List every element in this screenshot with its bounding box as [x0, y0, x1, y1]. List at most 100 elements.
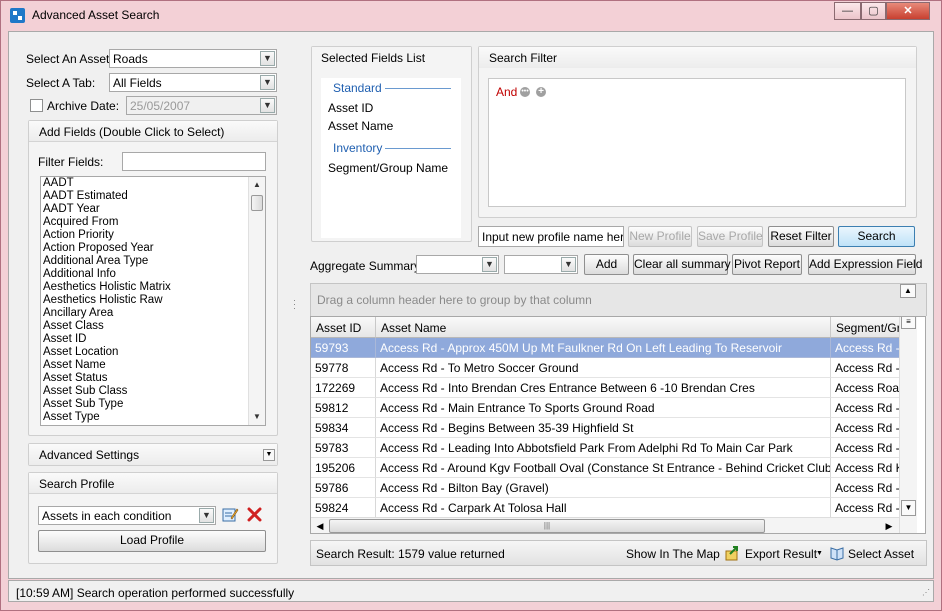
- field-list-item[interactable]: Action Proposed Year: [41, 242, 265, 255]
- clear-summary-button[interactable]: Clear all summary: [633, 254, 731, 275]
- field-list-item[interactable]: Aesthetics Holistic Matrix: [41, 281, 265, 294]
- load-profile-button[interactable]: Load Profile: [38, 530, 266, 552]
- table-row[interactable]: 59778 Access Rd - To Metro Soccer Ground A…: [311, 358, 909, 378]
- table-cell-id[interactable]: 59824: [311, 498, 376, 518]
- chevron-down-icon[interactable]: ▼: [482, 257, 497, 272]
- scroll-right-icon[interactable]: ▶: [882, 519, 896, 533]
- table-cell-name[interactable]: Access Rd - Leading Into Abbotsfield Par…: [376, 438, 831, 458]
- field-list-item[interactable]: Asset Name: [41, 359, 265, 372]
- table-cell-id[interactable]: 59812: [311, 398, 376, 418]
- field-list-item[interactable]: AADT Year: [41, 203, 265, 216]
- table-cell-seg[interactable]: Access Rd - Main: [831, 398, 909, 418]
- column-header-segment-group[interactable]: Segment/Group Name: [831, 317, 909, 338]
- scroll-up-icon[interactable]: ≡: [901, 317, 916, 329]
- table-cell-name[interactable]: Access Rd - Approx 450M Up Mt Faulkner R…: [376, 338, 831, 358]
- chevron-down-icon[interactable]: ▼: [260, 51, 275, 66]
- table-cell-seg[interactable]: Access Rd - Tolosa: [831, 498, 909, 518]
- resize-grip[interactable]: ⋰: [922, 589, 932, 600]
- select-asset-button[interactable]: Select Asset: [848, 547, 914, 561]
- chevron-down-icon[interactable]: ▼: [561, 257, 576, 272]
- table-row[interactable]: 59783 Access Rd - Leading Into Abbotsfiel…: [311, 438, 909, 458]
- select-asset-combo[interactable]: Roads ▼: [109, 49, 277, 68]
- scroll-left-icon[interactable]: ◀: [313, 519, 327, 533]
- results-grid[interactable]: Asset ID Asset Name Segment/Group Name 5…: [310, 316, 926, 534]
- table-row[interactable]: 59824 Access Rd - Carpark At Tolosa Hall A…: [311, 498, 909, 518]
- archive-date-picker[interactable]: 25/05/2007 ▼: [126, 96, 277, 115]
- table-cell-id[interactable]: 59834: [311, 418, 376, 438]
- add-condition-icon[interactable]: +: [536, 87, 546, 97]
- scroll-thumb[interactable]: [251, 195, 263, 211]
- scroll-up-icon[interactable]: ▲: [249, 178, 265, 192]
- field-list-item[interactable]: AADT: [41, 177, 265, 190]
- table-cell-name[interactable]: Access Rd - Around Kgv Football Oval (Co…: [376, 458, 831, 478]
- table-cell-id[interactable]: 195206: [311, 458, 376, 478]
- aggregate-field-combo[interactable]: ▼: [416, 255, 499, 274]
- table-row[interactable]: 59786 Access Rd - Bilton Bay (Gravel) Acce…: [311, 478, 909, 498]
- table-row[interactable]: 59812 Access Rd - Main Entrance To Sports…: [311, 398, 909, 418]
- field-list-item[interactable]: Asset Status: [41, 372, 265, 385]
- pivot-report-button[interactable]: Pivot Report: [732, 254, 802, 275]
- add-expression-field-button[interactable]: Add Expression Field: [808, 254, 922, 275]
- maximize-button[interactable]: ▢: [861, 2, 886, 20]
- field-list-item[interactable]: Asset Sub Type: [41, 398, 265, 411]
- fields-list-scrollbar[interactable]: ▲ ▼: [248, 177, 265, 425]
- field-list-item[interactable]: Acquired From: [41, 216, 265, 229]
- table-cell-seg[interactable]: Access Rd - Bilton: [831, 478, 909, 498]
- reset-filter-button[interactable]: Reset Filter: [768, 226, 834, 247]
- scroll-down-icon[interactable]: ▼: [249, 410, 265, 424]
- table-cell-name[interactable]: Access Rd - Carpark At Tolosa Hall: [376, 498, 831, 518]
- table-row[interactable]: 195206 Access Rd - Around Kgv Football Ov…: [311, 458, 909, 478]
- table-cell-name[interactable]: Access Rd - To Metro Soccer Ground: [376, 358, 831, 378]
- export-icon[interactable]: [725, 545, 741, 561]
- table-cell-name[interactable]: Access Rd - Bilton Bay (Gravel): [376, 478, 831, 498]
- table-row[interactable]: 59834 Access Rd - Begins Between 35-39 Hi…: [311, 418, 909, 438]
- filter-editor[interactable]: And ••• +: [488, 78, 906, 207]
- profile-name-input[interactable]: Input new profile name here.: [478, 226, 624, 247]
- grid-vertical-scrollbar[interactable]: ≡ ▼: [899, 317, 917, 533]
- chevron-down-icon[interactable]: ▼: [260, 98, 275, 113]
- scroll-thumb[interactable]: |||: [329, 519, 765, 533]
- table-cell-seg[interactable]: Access Rd - Begins: [831, 418, 909, 438]
- grid-horizontal-scrollbar[interactable]: ◀ ||| ▶: [311, 517, 899, 533]
- field-list-item[interactable]: Additional Area Type: [41, 255, 265, 268]
- collapse-group-icon[interactable]: ▲: [900, 284, 916, 298]
- table-cell-id[interactable]: 59793: [311, 338, 376, 358]
- field-list-item[interactable]: Asset ID: [41, 333, 265, 346]
- field-list-item[interactable]: Asset Sub Class: [41, 385, 265, 398]
- column-header-asset-name[interactable]: Asset Name: [376, 317, 831, 338]
- table-cell-name[interactable]: Access Rd - Into Brendan Cres Entrance B…: [376, 378, 831, 398]
- field-list-item[interactable]: Action Priority: [41, 229, 265, 242]
- chevron-down-icon[interactable]: ▼: [199, 508, 214, 523]
- table-cell-name[interactable]: Access Rd - Main Entrance To Sports Grou…: [376, 398, 831, 418]
- group-by-area[interactable]: Drag a column header here to group by th…: [310, 283, 927, 316]
- table-cell-id[interactable]: 59778: [311, 358, 376, 378]
- selected-field-item[interactable]: Asset Name: [328, 119, 393, 133]
- field-list-item[interactable]: Ancillary Area: [41, 307, 265, 320]
- options-icon[interactable]: •••: [520, 87, 530, 97]
- table-cell-seg[interactable]: Access Rd - To Metro: [831, 358, 909, 378]
- table-cell-id[interactable]: 172269: [311, 378, 376, 398]
- field-list-item[interactable]: Asset Class: [41, 320, 265, 333]
- archive-date-checkbox[interactable]: [30, 99, 43, 112]
- export-result-button[interactable]: Export Result: [745, 547, 817, 561]
- aggregate-function-combo[interactable]: ▼: [504, 255, 578, 274]
- profile-combo[interactable]: Assets in each condition ▼: [38, 506, 216, 525]
- selected-field-item[interactable]: Asset ID: [328, 101, 373, 115]
- chevron-down-icon[interactable]: ▼: [816, 550, 823, 557]
- select-tab-combo[interactable]: All Fields ▼: [109, 73, 277, 92]
- add-summary-button[interactable]: Add: [584, 254, 629, 275]
- and-operator[interactable]: And: [496, 85, 517, 99]
- selected-fields-tree[interactable]: Standard Asset ID Asset Name Inventory S…: [321, 78, 461, 238]
- table-row[interactable]: 59793 Access Rd - Approx 450M Up Mt Faulk…: [311, 338, 909, 358]
- edit-profile-icon[interactable]: [222, 506, 239, 523]
- table-row[interactable]: 172269 Access Rd - Into Brendan Cres Entr…: [311, 378, 909, 398]
- chevron-down-icon[interactable]: ▼: [260, 75, 275, 90]
- field-list-item[interactable]: Asset Type: [41, 411, 265, 424]
- table-cell-seg[interactable]: Access Rd - Leading: [831, 438, 909, 458]
- minimize-button[interactable]: —: [834, 2, 861, 20]
- advanced-settings-panel[interactable]: Advanced Settings ▼: [28, 443, 278, 466]
- field-list-item[interactable]: Additional Info: [41, 268, 265, 281]
- filter-fields-input[interactable]: [122, 152, 266, 171]
- column-header-asset-id[interactable]: Asset ID: [311, 317, 376, 338]
- splitter-grip[interactable]: · · ·: [293, 296, 296, 313]
